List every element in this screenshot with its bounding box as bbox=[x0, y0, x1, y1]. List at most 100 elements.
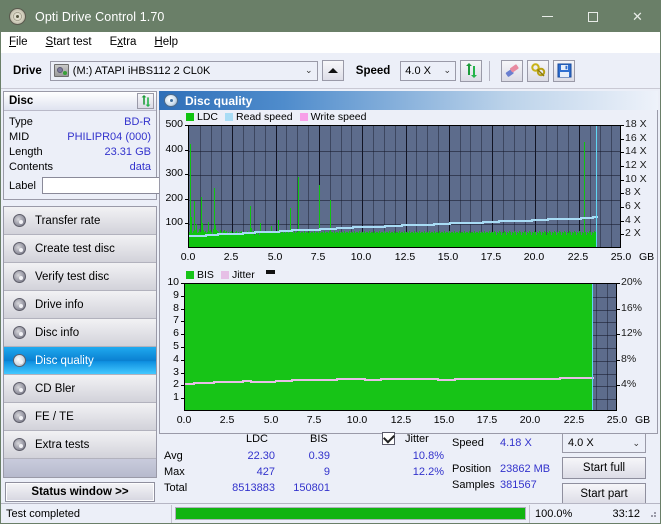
disc-refresh-button[interactable] bbox=[137, 93, 154, 109]
y2-axis-tick bbox=[621, 180, 624, 181]
menu-bar: File Start test Extra Help bbox=[1, 32, 660, 53]
drive-label: Drive bbox=[13, 64, 42, 77]
main-body: Disc Type BD-R MID PHILIPR04 (000) Lengt… bbox=[1, 89, 660, 505]
x-axis-tick-label: 10.0 bbox=[350, 251, 372, 263]
bottom-chart[interactable]: 1 2 3 4 5 6 7 8 9 10 4% 8% 12% 16% 20% 0.0 2.5 5.0 7.5 10.0… bbox=[160, 276, 657, 429]
status-bar: Test completed 100.0% 33:12 bbox=[1, 503, 660, 523]
sidebar-item-disc-quality[interactable]: Disc quality bbox=[4, 347, 156, 375]
menu-start-test[interactable]: Start test bbox=[46, 36, 92, 48]
disc-row-mid-key: MID bbox=[9, 130, 30, 143]
stats-max-ldc: 427 bbox=[256, 466, 275, 478]
grid-line-v bbox=[254, 126, 255, 247]
status-window-button[interactable]: Status window >> bbox=[5, 482, 155, 502]
disc-row-type-key: Type bbox=[9, 115, 33, 128]
window-controls: ✕ bbox=[525, 1, 660, 32]
top-chart[interactable]: 100 200 300 400 500 2 X4 X6 X8 X 10 X 12 X 14 X1… bbox=[160, 118, 657, 266]
grid-line-v-major bbox=[535, 126, 536, 247]
sidebar-item-transfer-rate[interactable]: Transfer rate bbox=[4, 207, 156, 235]
eject-button[interactable] bbox=[321, 60, 344, 523]
sidebar-item-label: CD Bler bbox=[35, 382, 76, 395]
keys-button[interactable] bbox=[527, 59, 550, 82]
sidebar-item-drive-info[interactable]: Drive info bbox=[4, 291, 156, 319]
y-axis-tick bbox=[181, 321, 184, 322]
minimize-icon[interactable] bbox=[525, 1, 570, 32]
x-axis-tick-label: 12.5 bbox=[390, 414, 412, 426]
progress-cell bbox=[171, 504, 530, 523]
menu-file[interactable]: File bbox=[9, 36, 28, 48]
speed-readout-label: Speed bbox=[452, 437, 484, 449]
y-axis-tick-label: 300 bbox=[165, 167, 183, 179]
y-axis-tick bbox=[181, 309, 184, 310]
sidebar-item-label: Disc quality bbox=[35, 354, 94, 367]
test-speed-select[interactable]: 4.0 X ⌄ bbox=[562, 433, 646, 453]
speed-label: Speed bbox=[355, 64, 391, 77]
x-axis-tick-label: 25.0 bbox=[606, 414, 628, 426]
y2-axis-tick bbox=[617, 385, 620, 386]
grid-line-v-major bbox=[276, 126, 277, 247]
save-button[interactable] bbox=[553, 59, 576, 82]
x-axis-tick-label: 20.0 bbox=[523, 251, 545, 263]
y2-axis-tick-label: 2 X bbox=[625, 227, 641, 239]
sidebar-item-extra-tests[interactable]: Extra tests bbox=[4, 431, 156, 459]
y-axis-tick-label: 4 bbox=[173, 353, 179, 365]
grid-line-v bbox=[384, 126, 385, 247]
bottom-chart-legend: BIS Jitter bbox=[160, 268, 657, 281]
speed-select[interactable]: 4.0 X ⌄ bbox=[400, 60, 457, 81]
legend-bis: BIS bbox=[186, 269, 214, 281]
sidebar-item-create-test-disc[interactable]: Create test disc bbox=[4, 235, 156, 263]
menu-start-test-rest: tart test bbox=[53, 36, 92, 48]
grid-line-v bbox=[590, 126, 591, 247]
y2-axis-tick-label: 20% bbox=[621, 276, 643, 288]
resize-grip-icon bbox=[648, 509, 658, 519]
y-axis-tick-label: 200 bbox=[165, 192, 183, 204]
x-axis-tick-label: 0.0 bbox=[176, 414, 192, 426]
sidebar-item-cd-bler[interactable]: CD Bler bbox=[4, 375, 156, 403]
start-full-button[interactable]: Start full bbox=[562, 457, 646, 479]
refresh-icon bbox=[141, 95, 150, 107]
sidebar-item-disc-info[interactable]: Disc info bbox=[4, 319, 156, 347]
progress-percent: 100.0% bbox=[535, 507, 573, 520]
y-axis-tick bbox=[185, 150, 188, 151]
jitter-checkbox[interactable] bbox=[382, 431, 395, 445]
grid-line-v-major bbox=[406, 126, 407, 247]
chartTop-plot-area bbox=[188, 125, 621, 248]
disc-drive-icon bbox=[12, 297, 28, 312]
end-of-data-marker bbox=[596, 126, 597, 247]
grid-line-v bbox=[427, 126, 428, 247]
y-axis-tick-label: 1 bbox=[173, 391, 179, 403]
y-axis-tick bbox=[185, 125, 188, 126]
test-speed-select-value: 4.0 X bbox=[568, 437, 594, 449]
menu-help[interactable]: Help bbox=[154, 36, 178, 48]
stats-avg-jitter: 10.8% bbox=[412, 450, 444, 462]
y2-axis-tick-label: 8 X bbox=[625, 186, 641, 198]
close-icon[interactable]: ✕ bbox=[615, 1, 660, 32]
x-axis-tick-label: 2.5 bbox=[219, 414, 235, 426]
y2-axis-tick-label: 12 X bbox=[625, 159, 647, 171]
y-axis-tick-label: 5 bbox=[173, 340, 179, 352]
position-label: Position bbox=[452, 463, 492, 475]
y2-axis-tick bbox=[621, 234, 624, 235]
chevron-down-icon: ⌄ bbox=[305, 65, 313, 75]
sidebar-item-label: Transfer rate bbox=[35, 214, 101, 227]
drive-select[interactable]: (M:) ATAPI iHBS112 2 CL0K ⌄ bbox=[49, 60, 318, 81]
grid-line-v bbox=[600, 126, 601, 247]
y-axis-tick bbox=[181, 373, 184, 374]
y-axis-tick bbox=[181, 385, 184, 386]
grid-line-v bbox=[470, 126, 471, 247]
legend-label-write-speed: Write speed bbox=[310, 110, 367, 123]
legend-swatch-write-speed bbox=[299, 112, 308, 121]
erase-button[interactable] bbox=[501, 59, 524, 82]
sidebar-item-fe-te[interactable]: FE / TE bbox=[4, 403, 156, 431]
maximize-icon[interactable] bbox=[570, 1, 615, 32]
menu-extra[interactable]: Extra bbox=[110, 36, 137, 48]
stats-area: LDC BIS Jitter Avg 22.30 0.39 10.8% Max … bbox=[160, 429, 657, 505]
start-part-button[interactable]: Start part bbox=[562, 483, 646, 505]
x-axis-tick-label: 22.5 bbox=[567, 251, 589, 263]
y2-axis-tick bbox=[617, 360, 620, 361]
x-axis-tick-label: 2.5 bbox=[223, 251, 239, 263]
legend-swatch-read-speed bbox=[225, 112, 234, 121]
refresh-button[interactable] bbox=[460, 59, 483, 82]
stats-max-jitter: 12.2% bbox=[412, 466, 444, 478]
y-axis-tick bbox=[181, 283, 184, 284]
sidebar-item-verify-test-disc[interactable]: Verify test disc bbox=[4, 263, 156, 291]
